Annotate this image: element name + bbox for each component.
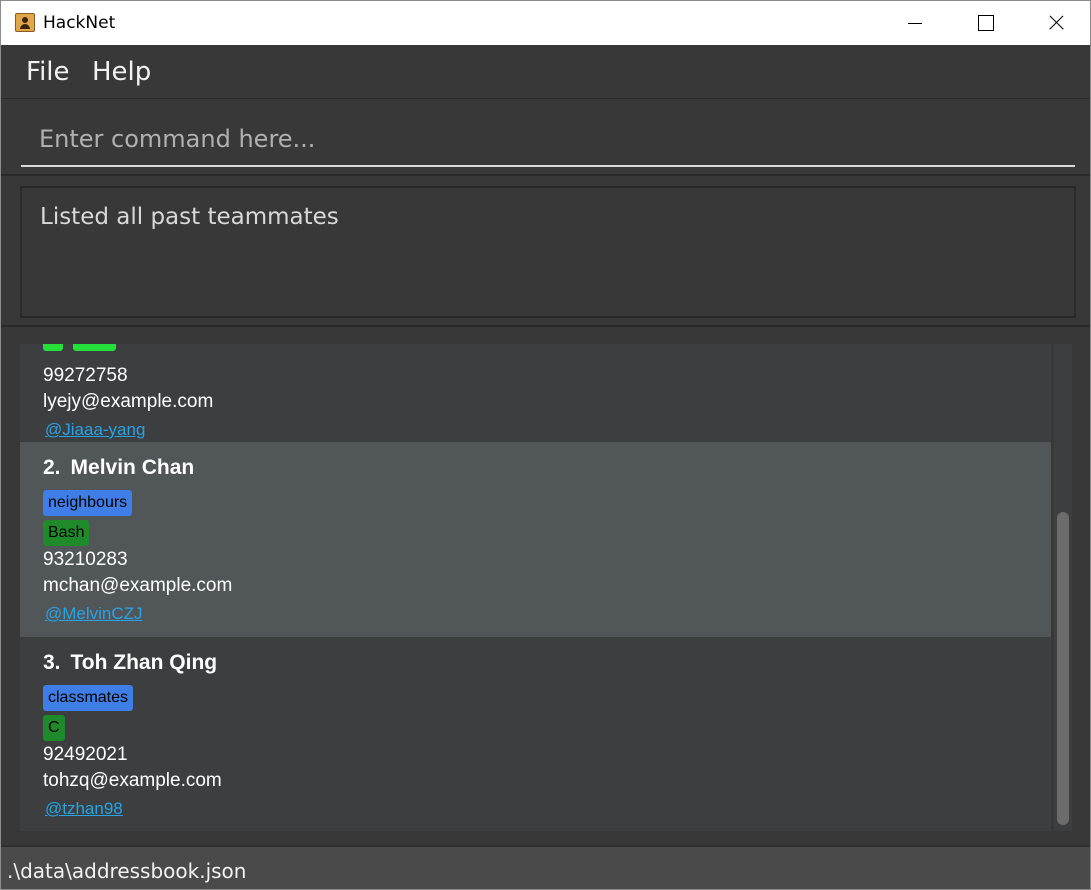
status-bar: .\data\addressbook.json <box>1 845 1090 889</box>
minimize-icon[interactable] <box>881 1 949 45</box>
close-icon[interactable] <box>1021 1 1089 45</box>
person-name: Melvin Chan <box>70 456 195 479</box>
scrollbar-track[interactable] <box>1054 344 1072 831</box>
person-name: Toh Zhan Qing <box>70 651 218 674</box>
command-box <box>1 100 1090 176</box>
skill-badge: C <box>43 715 65 741</box>
person-index: 2. <box>43 456 61 479</box>
window-title: HackNet <box>43 13 116 33</box>
person-card[interactable]: 99272758 lyejy@example.com @Jiaaa-yang <box>20 344 1051 442</box>
person-github-link[interactable]: @tzhan98 <box>45 799 123 819</box>
menu-file[interactable]: File <box>26 57 70 87</box>
person-list-panel: 99272758 lyejy@example.com @Jiaaa-yang 2… <box>1 327 1090 845</box>
person-email: tohzq@example.com <box>43 770 222 791</box>
address-book-icon <box>15 13 35 32</box>
person-phone: 99272758 <box>43 365 128 386</box>
skill-badge: Bash <box>43 520 90 546</box>
person-email: mchan@example.com <box>43 575 233 596</box>
tag-badge: neighbours <box>43 490 133 516</box>
person-card-selected[interactable]: 2. Melvin Chan neighbours Bash 93210283 m… <box>20 442 1051 637</box>
save-file-path: .\data\addressbook.json <box>7 859 247 883</box>
person-list[interactable]: 99272758 lyejy@example.com @Jiaaa-yang 2… <box>20 344 1051 831</box>
scrollbar-thumb[interactable] <box>1057 512 1069 825</box>
person-name-heading: 2. Melvin Chan <box>43 456 194 480</box>
person-card[interactable]: 3. Toh Zhan Qing classmates C 92492021 to… <box>20 637 1051 831</box>
app-window: HackNet File Help Listed all past teamma… <box>0 0 1091 890</box>
tag-badge <box>43 344 63 351</box>
menu-bar: File Help <box>1 45 1090 99</box>
person-index: 3. <box>43 651 61 674</box>
person-phone: 93210283 <box>43 549 128 570</box>
person-name-heading: 3. Toh Zhan Qing <box>43 651 217 675</box>
title-bar[interactable]: HackNet <box>1 1 1090 45</box>
result-display: Listed all past teammates <box>20 186 1076 318</box>
person-phone: 92492021 <box>43 744 128 765</box>
tag-badge: classmates <box>43 685 134 711</box>
person-github-link[interactable]: @MelvinCZJ <box>45 604 143 624</box>
command-input[interactable] <box>21 113 1075 167</box>
menu-help[interactable]: Help <box>92 57 151 87</box>
maximize-icon[interactable] <box>951 1 1019 45</box>
person-github-link[interactable]: @Jiaaa-yang <box>45 420 145 440</box>
person-email: lyejy@example.com <box>43 391 214 412</box>
tag-badge <box>73 344 116 351</box>
result-text: Listed all past teammates <box>40 204 339 230</box>
